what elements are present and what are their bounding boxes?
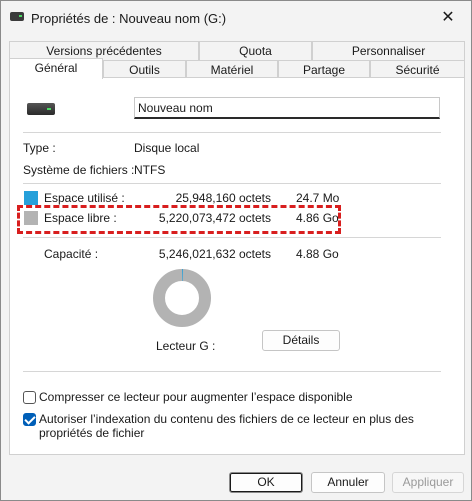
close-icon: ✕ (441, 9, 455, 26)
capacity-donut (152, 268, 212, 328)
window-title: Propriétés de : Nouveau nom (G:) (31, 11, 227, 26)
used-space-label: Espace utilisé : (44, 191, 125, 205)
donut-free-segment (153, 269, 211, 327)
used-space-human: 24.7 Mo (296, 191, 340, 205)
tab-general[interactable]: Général (9, 58, 103, 79)
filesystem-value: NTFS (134, 163, 166, 177)
indexing-checkbox[interactable] (23, 413, 36, 426)
tab-customize[interactable]: Personnaliser (312, 41, 465, 60)
divider (23, 371, 441, 372)
capacity-bytes: 5,246,021,632 octets (158, 247, 271, 261)
drive-icon (27, 103, 55, 115)
title-bar: Propriétés de : Nouveau nom (G:) ✕ (1, 1, 471, 35)
used-space-swatch (24, 191, 38, 205)
drive-name-input[interactable] (134, 97, 440, 119)
used-space-bytes: 25,948,160 octets (175, 191, 271, 205)
close-button[interactable]: ✕ (425, 1, 471, 33)
divider (23, 237, 441, 238)
drive-icon (10, 12, 24, 21)
type-value: Disque local (134, 141, 200, 155)
compress-label: Compresser ce lecteur pour augmenter l’e… (39, 390, 353, 404)
properties-dialog: Propriétés de : Nouveau nom (G:) ✕ Versi… (0, 0, 472, 501)
filesystem-label: Système de fichiers : (23, 163, 135, 177)
free-space-highlight (17, 205, 341, 234)
apply-button[interactable]: Appliquer (392, 472, 464, 493)
capacity-donut-svg (153, 269, 211, 327)
details-button[interactable]: Détails (262, 330, 340, 351)
capacity-label: Capacité : (44, 247, 99, 261)
drive-letter-label: Lecteur G : (156, 339, 216, 353)
capacity-human: 4.88 Go (296, 247, 339, 261)
cancel-button[interactable]: Annuler (311, 472, 385, 493)
indexing-label: Autoriser l’indexation du contenu des fi… (39, 412, 414, 440)
type-label: Type : (23, 141, 56, 155)
divider (23, 183, 441, 184)
ok-button[interactable]: OK (229, 472, 303, 493)
tab-quota[interactable]: Quota (199, 41, 312, 60)
compress-checkbox[interactable] (23, 391, 36, 404)
divider (23, 132, 441, 133)
